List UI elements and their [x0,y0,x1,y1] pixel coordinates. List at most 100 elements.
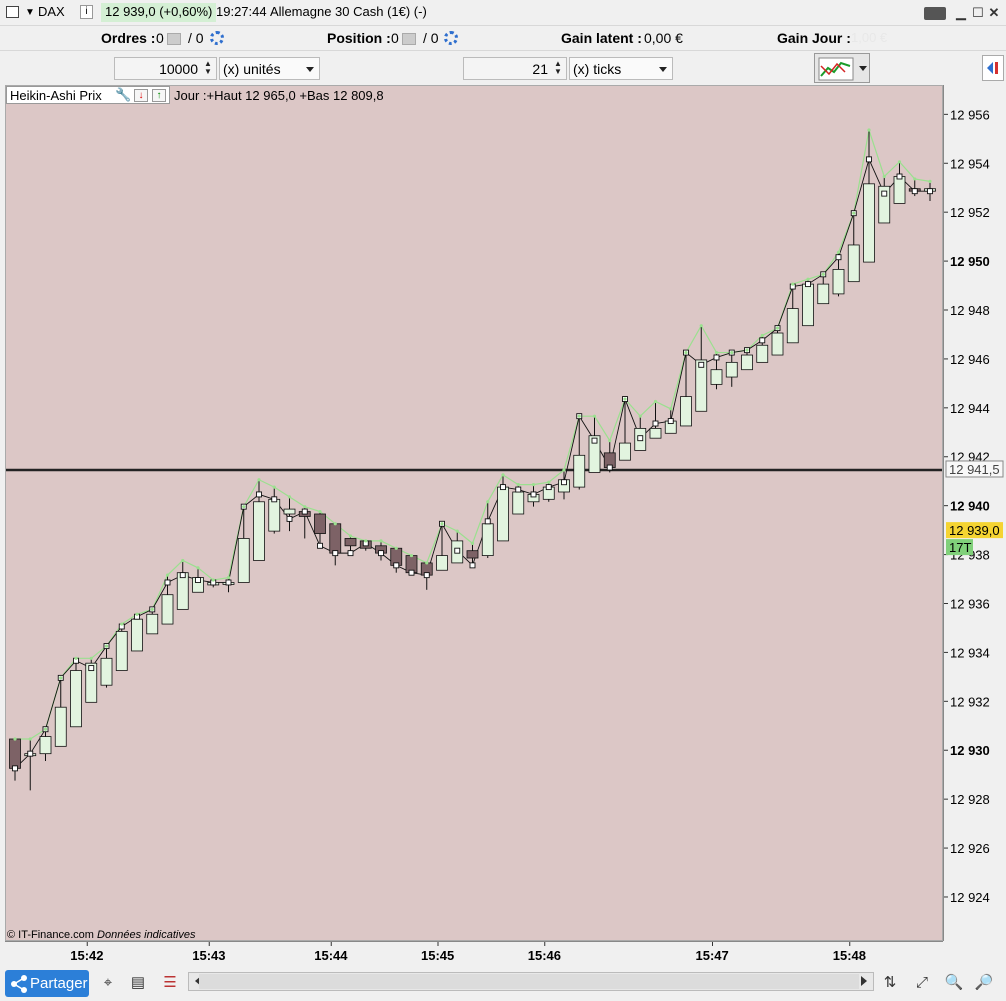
candle[interactable] [70,656,82,728]
cancel-orders-icon[interactable] [167,33,181,45]
price-axis[interactable]: 12 956 12 954 12 952 12 950 12 948 12 946 12 9… [943,85,1006,941]
candle[interactable] [298,505,311,539]
candle[interactable] [542,480,555,502]
candle[interactable] [847,210,860,283]
close-position-icon[interactable] [402,33,416,45]
minimize-icon[interactable]: ▁ [953,5,969,21]
candle[interactable] [878,174,891,224]
zoom-fit-icon[interactable]: ⤢ [912,973,932,993]
candle[interactable] [786,282,799,344]
candle[interactable] [436,520,448,571]
candle[interactable] [924,179,936,201]
chart-type-button[interactable] [814,53,870,83]
move-down-icon[interactable]: ↓ [134,89,148,102]
candle[interactable] [497,473,509,542]
x-tick-label: 15:43 [192,948,225,963]
trend-point [745,348,749,352]
price-change: 12 939,0 (+0,60%) [101,3,217,22]
candle[interactable] [420,561,433,590]
candle[interactable] [268,485,281,534]
chart-scrollbar[interactable] [188,972,874,991]
x-tick-label: 15:46 [528,948,561,963]
candle[interactable] [9,737,21,781]
table-view-icon[interactable]: ▤ [128,973,148,993]
units-stepper[interactable]: 10000 ▲ ▼ [114,57,217,80]
auto-scale-icon[interactable]: ⇅ [880,973,900,993]
maximize-icon[interactable]: ☐ [970,5,986,21]
zoom-out-icon[interactable]: 🔍 [944,973,964,993]
orders-settings-icon[interactable] [210,31,224,45]
ticker-label[interactable]: DAX [38,4,65,19]
candle[interactable] [314,509,326,549]
stepper-arrows-icon[interactable]: ▲ ▼ [202,60,214,77]
candle[interactable] [192,566,204,593]
candle-body [314,513,326,534]
trend-point [165,573,170,577]
candle-body [466,550,479,559]
candle[interactable] [634,414,647,451]
trend-point [226,575,231,580]
candle[interactable] [359,539,372,551]
volume-bars-icon[interactable]: ☰ [160,973,180,993]
candle[interactable] [603,439,616,473]
price-marker [12,765,18,772]
chart-plot-area[interactable] [5,85,943,941]
candle[interactable] [466,541,479,569]
candle[interactable] [664,407,677,434]
units-dropdown[interactable]: (x) unités [219,57,320,80]
candle[interactable] [283,495,296,532]
candle[interactable] [176,558,189,610]
candle[interactable] [405,553,418,576]
stepper-arrows-icon[interactable]: ▲ ▼ [552,60,564,77]
candle[interactable] [680,349,692,427]
candle[interactable] [131,612,143,652]
close-icon[interactable]: ✕ [986,5,1002,21]
candle[interactable] [390,546,403,573]
candle[interactable] [100,643,113,688]
candle[interactable] [695,324,708,412]
candle[interactable] [237,503,250,583]
share-button[interactable]: Partager [5,970,89,997]
move-up-icon[interactable]: ↑ [152,89,166,102]
candle-body [741,354,753,371]
info-icon[interactable]: i [80,5,93,19]
candle[interactable] [512,483,525,515]
candle[interactable] [481,500,494,559]
candle[interactable] [253,478,265,561]
candle[interactable] [329,522,342,566]
indicator-title[interactable]: Heikin-Ashi Prix [10,88,102,103]
price-marker [911,188,918,195]
time-axis[interactable]: 15:42 15:43 15:44 15:45 15:46 15:47 15:48 [5,941,943,967]
candle[interactable] [54,674,67,747]
candle[interactable] [756,333,769,363]
candle-body [512,491,525,515]
ticks-value: 21 [532,61,548,77]
chevron-down-icon[interactable]: ▼ [25,7,35,18]
candle-body [253,501,265,561]
keyboard-icon[interactable] [924,7,946,20]
heikin-ashi-chart[interactable] [6,86,943,941]
scroll-thumb[interactable] [199,974,859,989]
zoom-in-icon[interactable]: 🔎 [974,973,994,993]
wrench-icon[interactable]: 🔧 [115,88,131,102]
candle[interactable] [725,349,738,387]
ticks-dropdown[interactable]: (x) ticks [569,57,673,80]
candle[interactable] [619,396,631,461]
scroll-right-icon[interactable] [861,976,867,986]
candle[interactable] [710,350,723,390]
price-marker [896,173,903,180]
position-settings-icon[interactable] [444,31,458,45]
side-panel-toggle[interactable] [982,55,1004,81]
candle[interactable] [527,483,540,507]
trend-point [577,414,581,418]
candle-body [863,183,875,263]
candle[interactable] [802,277,814,327]
cursor-mode-icon[interactable]: ⌖ [98,973,118,993]
candle[interactable] [24,737,37,791]
y-tick-label: 12 950 [950,254,990,269]
trend-point [897,160,902,164]
candle[interactable] [85,656,98,703]
candle[interactable] [573,413,586,490]
ticks-stepper[interactable]: 21 ▲ ▼ [463,57,567,80]
price-marker [225,579,232,586]
